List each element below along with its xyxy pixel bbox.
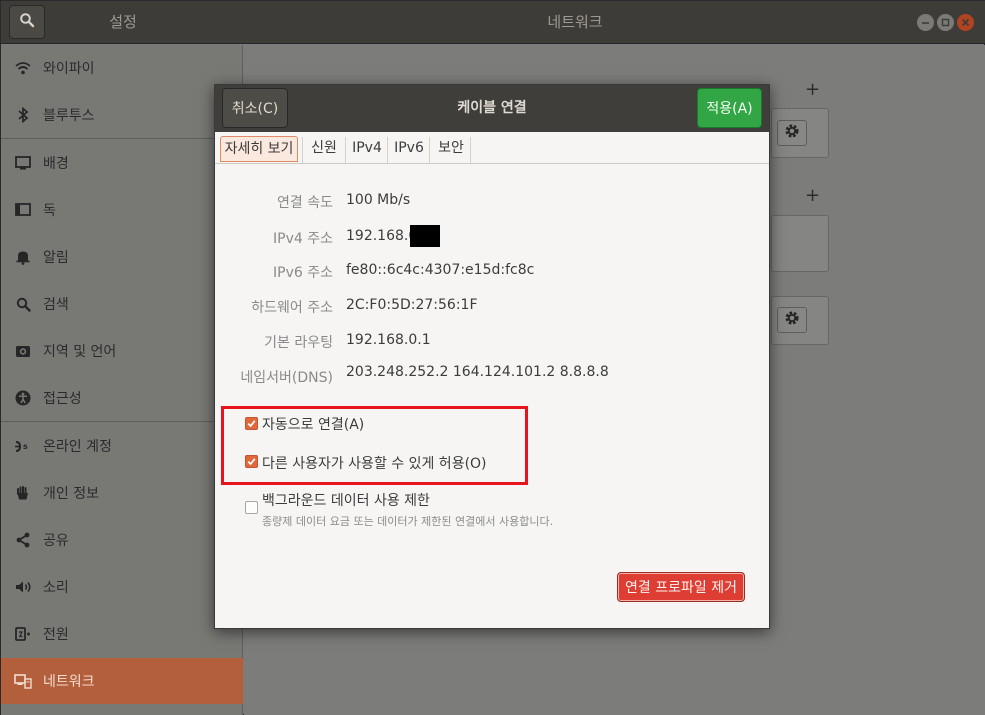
sidebar-item-label: 개인 정보 <box>43 486 99 502</box>
sidebar-item-region-language[interactable]: 지역 및 언어 <box>1 328 243 374</box>
sidebar-item-privacy[interactable]: 개인 정보 <box>1 470 243 516</box>
sidebar-item-label: 블루투스 <box>43 108 95 124</box>
restrict-background-label[interactable]: 백그라운드 데이터 사용 제한 <box>262 490 430 510</box>
tab-divider <box>302 137 303 163</box>
background-icon <box>13 153 33 173</box>
remove-connection-profile-button[interactable]: 연결 프로파일 제거 <box>617 572 745 602</box>
accessibility-icon <box>13 388 33 408</box>
default-route-label: 기본 라우팅 <box>264 335 333 351</box>
sidebar-item-label: 검색 <box>43 297 69 313</box>
apply-button[interactable]: 적용(A) <box>697 88 762 128</box>
vpn-card <box>771 215 829 272</box>
minimize-icon <box>921 15 930 31</box>
sidebar-item-label: 알림 <box>43 250 69 266</box>
wired-settings-button[interactable] <box>777 120 807 146</box>
tab-security[interactable]: 보안 <box>432 136 470 162</box>
tab-divider <box>345 137 346 163</box>
restrict-background-hint: 종량제 데이터 요금 또는 데이터가 제한된 연결에서 사용합니다. <box>262 515 554 528</box>
network-icon <box>13 671 33 691</box>
cancel-button[interactable]: 취소(C) <box>222 88 288 128</box>
sidebar-item-notifications[interactable]: 알림 <box>1 234 243 280</box>
sidebar-search-button[interactable] <box>9 5 45 39</box>
add-connection-icon[interactable]: + <box>805 79 820 100</box>
link-speed-label: 연결 속도 <box>277 195 333 211</box>
sidebar-item-power[interactable]: 전원 <box>1 611 243 657</box>
region-icon <box>13 341 33 361</box>
sidebar-item-label: 공유 <box>43 533 69 549</box>
dialog-title: 케이블 연결 <box>457 100 527 116</box>
dialog-tabs: 자세히 보기 신원 IPv4 IPv6 보안 <box>215 132 769 164</box>
wired-connection-dialog: 취소(C) 케이블 연결 적용(A) 자세히 보기 신원 IPv4 IPv6 보… <box>214 84 770 629</box>
sidebar-item-online-accounts[interactable]: s 온라인 계정 <box>1 423 243 469</box>
link-speed-value: 100 Mb/s <box>346 192 411 208</box>
dock-icon <box>13 200 33 220</box>
tab-divider <box>387 137 388 163</box>
maximize-icon <box>941 15 950 31</box>
close-icon <box>961 15 970 31</box>
sidebar-item-background[interactable]: 배경 <box>1 140 243 186</box>
search-icon <box>19 12 35 32</box>
power-icon <box>13 624 33 644</box>
tab-divider <box>470 137 471 163</box>
ipv4-address-value: 192.168.0 <box>346 228 418 244</box>
sidebar-item-wifi[interactable]: 와이파이 <box>1 45 243 91</box>
sidebar-item-network[interactable]: 네트워크 <box>1 658 243 704</box>
title-bar: 설정 네트워크 <box>1 1 985 44</box>
sidebar-divider <box>1 421 243 422</box>
online-accounts-icon: s <box>13 436 33 456</box>
bluetooth-icon <box>13 105 33 125</box>
sidebar-item-label: 소리 <box>43 580 69 596</box>
sidebar-item-label: 지역 및 언어 <box>43 344 117 360</box>
restrict-background-checkbox[interactable] <box>245 501 258 514</box>
tab-identity[interactable]: 신원 <box>305 136 343 162</box>
sidebar-item-label: 와이파이 <box>43 61 95 77</box>
wifi-icon <box>13 58 33 78</box>
page-title: 네트워크 <box>547 13 603 31</box>
minimize-button[interactable] <box>917 14 934 31</box>
redaction-box <box>410 225 440 247</box>
ipv4-address-label: IPv4 주소 <box>273 231 333 247</box>
share-icon <box>13 530 33 550</box>
sidebar-title: 설정 <box>109 13 137 31</box>
proxy-settings-button[interactable] <box>777 307 807 333</box>
sidebar-divider <box>1 138 243 139</box>
annotation-highlight-box <box>221 406 528 485</box>
dialog-header: 취소(C) 케이블 연결 적용(A) <box>215 85 769 132</box>
tab-divider <box>429 137 430 163</box>
privacy-hand-icon <box>13 483 33 503</box>
sidebar-item-sound[interactable]: 소리 <box>1 564 243 610</box>
sidebar-item-dock[interactable]: 독 <box>1 187 243 233</box>
hardware-address-label: 하드웨어 주소 <box>251 300 333 316</box>
default-route-value: 192.168.0.1 <box>346 332 431 348</box>
tab-ipv6[interactable]: IPv6 <box>390 136 428 162</box>
sidebar-item-bluetooth[interactable]: 블루투스 <box>1 92 243 138</box>
bell-icon <box>13 247 33 267</box>
maximize-button[interactable] <box>937 14 954 31</box>
dns-value: 203.248.252.2 164.124.101.2 8.8.8.8 <box>346 364 609 380</box>
sidebar-item-label: 접근성 <box>43 391 82 407</box>
sidebar-item-label: 배경 <box>43 156 69 172</box>
add-vpn-icon[interactable]: + <box>805 185 820 206</box>
sidebar-item-search[interactable]: 검색 <box>1 281 243 327</box>
sidebar-item-sharing[interactable]: 공유 <box>1 517 243 563</box>
gear-icon <box>784 123 800 143</box>
speaker-icon <box>13 577 33 597</box>
sidebar: 와이파이 블루투스 배경 독 알림 검색 지역 및 언어 접근성 s 온라인 계… <box>1 45 243 715</box>
tab-details[interactable]: 자세히 보기 <box>220 136 298 162</box>
hardware-address-value: 2C:F0:5D:27:56:1F <box>346 297 478 313</box>
search-icon <box>13 294 33 314</box>
svg-text:s: s <box>23 442 28 451</box>
ipv6-address-value: fe80::6c4c:4307:e15d:fc8c <box>346 262 535 278</box>
sidebar-item-label: 전원 <box>43 627 69 643</box>
dns-label: 네임서버(DNS) <box>240 370 333 386</box>
tab-ipv4[interactable]: IPv4 <box>348 136 386 162</box>
sidebar-item-label: 네트워크 <box>43 674 95 690</box>
sidebar-item-label: 독 <box>43 203 56 219</box>
ipv6-address-label: IPv6 주소 <box>273 265 333 281</box>
close-button[interactable] <box>957 14 974 31</box>
sidebar-item-accessibility[interactable]: 접근성 <box>1 375 243 421</box>
gear-icon <box>784 310 800 330</box>
sidebar-item-label: 온라인 계정 <box>43 439 112 455</box>
